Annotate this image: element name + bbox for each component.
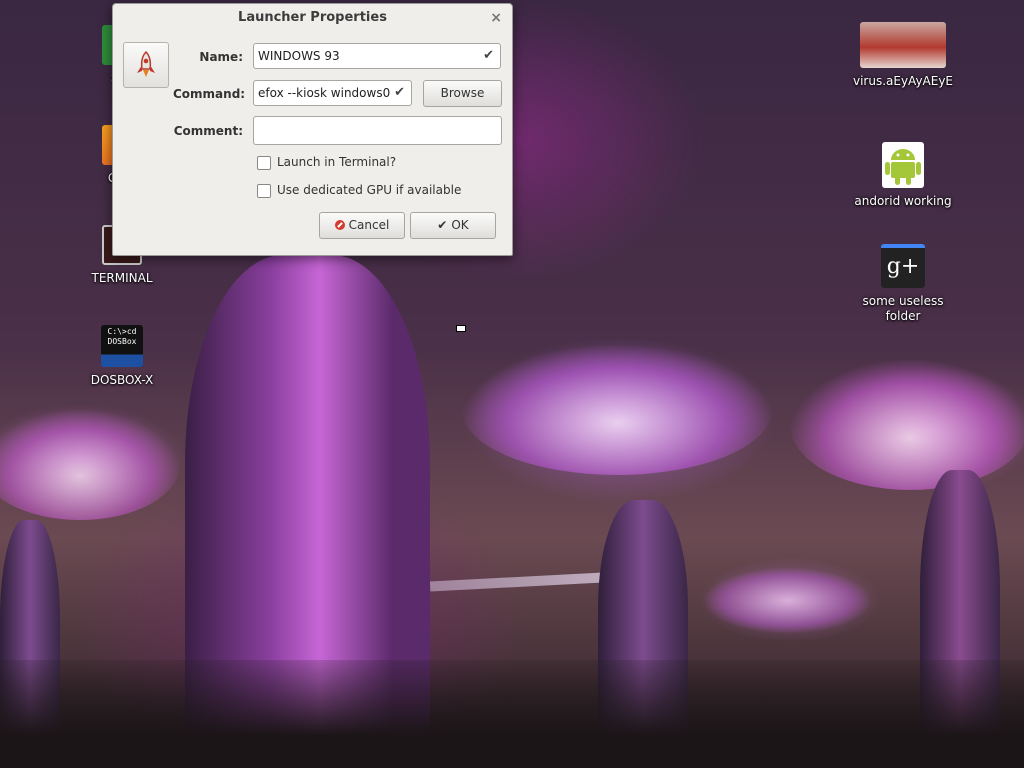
supertree-canopy-right	[790, 360, 1024, 490]
desktop-icon-label: virus.aEyAyAEyE	[852, 74, 954, 88]
launch-in-terminal-checkbox[interactable]: Launch in Terminal?	[257, 155, 396, 170]
dedicated-gpu-label: Use dedicated GPU if available	[277, 183, 462, 197]
desktop-icon-dosbox[interactable]: C:\>cd DOSBox DOSBOX-X	[67, 325, 177, 388]
supertree-canopy-center	[462, 345, 772, 475]
launch-in-terminal-label: Launch in Terminal?	[277, 155, 397, 169]
comment-field[interactable]	[253, 116, 502, 145]
image-thumbnail-icon	[860, 22, 946, 68]
dialog-title: Launcher Properties	[238, 10, 387, 25]
google-plus-glyph: g+	[886, 254, 920, 279]
close-icon[interactable]: ×	[490, 4, 502, 32]
desktop-icon-virus[interactable]: virus.aEyAyAEyE	[848, 22, 958, 89]
launcher-icon-button[interactable]	[123, 42, 169, 88]
name-value: WINDOWS 93	[258, 49, 340, 63]
supertree-canopy-small	[705, 568, 870, 633]
supertree-canopy-left	[0, 410, 180, 520]
ok-label: OK	[451, 218, 469, 232]
desktop-icon-label: andorid working	[854, 194, 952, 208]
foliage	[0, 660, 1024, 768]
name-field[interactable]: WINDOWS 93 ✔	[253, 43, 501, 69]
desktop-icon-label: TERMINAL	[91, 271, 153, 285]
cancel-icon	[334, 220, 345, 230]
desktop-icon-label: DOSBOX-X	[90, 373, 154, 387]
desktop-icon-label: some useless folder	[862, 294, 944, 323]
command-valid-check-icon: ✔	[392, 81, 405, 105]
android-robot-icon	[885, 149, 921, 185]
comment-label: Comment:	[173, 124, 243, 138]
name-label: Name:	[199, 50, 243, 64]
command-field[interactable]: efox --kiosk windows0 ✔	[253, 80, 412, 106]
mouse-cursor-icon	[456, 325, 466, 332]
desktop-icon-android[interactable]: andorid working	[848, 142, 958, 209]
google-plus-icon: g+	[881, 244, 925, 288]
ok-check-icon: ✔	[437, 218, 448, 232]
dosbox-icon: C:\>cd DOSBox	[101, 325, 143, 367]
android-icon	[882, 142, 924, 188]
command-label: Command:	[173, 87, 246, 101]
ok-button[interactable]: ✔ OK	[410, 212, 496, 239]
dedicated-gpu-checkbox[interactable]: Use dedicated GPU if available	[257, 183, 461, 198]
dosbox-icon-text: C:\>cd DOSBox	[107, 327, 137, 346]
dialog-titlebar[interactable]: Launcher Properties ×	[113, 4, 512, 32]
cancel-button[interactable]: Cancel	[319, 212, 405, 239]
name-valid-check-icon: ✔	[483, 48, 494, 63]
command-value: efox --kiosk windows0	[258, 86, 391, 100]
rocket-icon	[137, 51, 155, 77]
desktop-icon-useless-folder[interactable]: g+ some useless folder	[848, 244, 958, 324]
checkbox-box[interactable]	[257, 155, 271, 170]
launcher-properties-dialog: Launcher Properties × Name: WINDOWS 93 ✔…	[112, 3, 513, 256]
checkbox-box[interactable]	[257, 183, 271, 198]
cancel-label: Cancel	[348, 218, 390, 232]
browse-label: Browse	[440, 86, 485, 100]
browse-button[interactable]: Browse	[423, 80, 502, 107]
